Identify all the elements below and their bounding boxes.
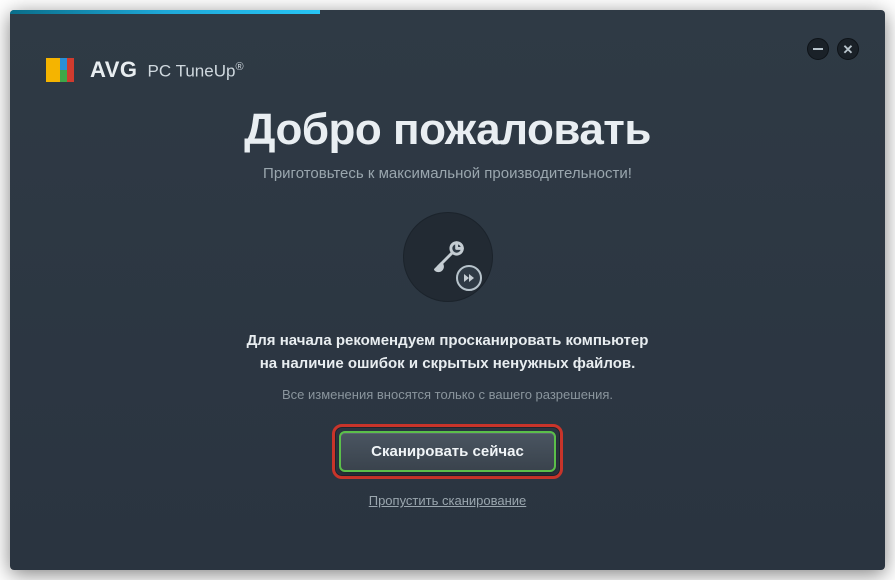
window-controls: ✕ — [807, 38, 859, 60]
disclaimer-text: Все изменения вносятся только с вашего р… — [10, 387, 885, 402]
minimize-icon — [813, 48, 823, 50]
brand-product: PC TuneUp® — [148, 61, 244, 82]
close-button[interactable]: ✕ — [837, 38, 859, 60]
scan-button-highlight: Сканировать сейчас — [332, 424, 563, 479]
header: AVG PC TuneUp® — [46, 54, 244, 86]
brand-name: AVG — [90, 57, 138, 83]
minimize-button[interactable] — [807, 38, 829, 60]
recommend-text: Для начала рекомендуем просканировать ко… — [10, 330, 885, 375]
page-subtitle: Приготовьтесь к максимальной производите… — [10, 165, 885, 182]
accent-bar — [10, 10, 320, 14]
brand-text: AVG PC TuneUp® — [90, 57, 244, 83]
tuneup-icon — [403, 212, 493, 302]
avg-logo-icon — [46, 54, 78, 86]
fast-forward-icon — [456, 265, 482, 291]
scan-now-button[interactable]: Сканировать сейчас — [339, 431, 556, 472]
app-window: ✕ AVG PC TuneUp® Добро пожаловать Пригот… — [10, 10, 885, 570]
page-title: Добро пожаловать — [10, 105, 885, 155]
main-content: Добро пожаловать Приготовьтесь к максима… — [10, 105, 885, 510]
close-icon: ✕ — [843, 43, 854, 56]
skip-scan-link[interactable]: Пропустить сканирование — [369, 493, 527, 508]
